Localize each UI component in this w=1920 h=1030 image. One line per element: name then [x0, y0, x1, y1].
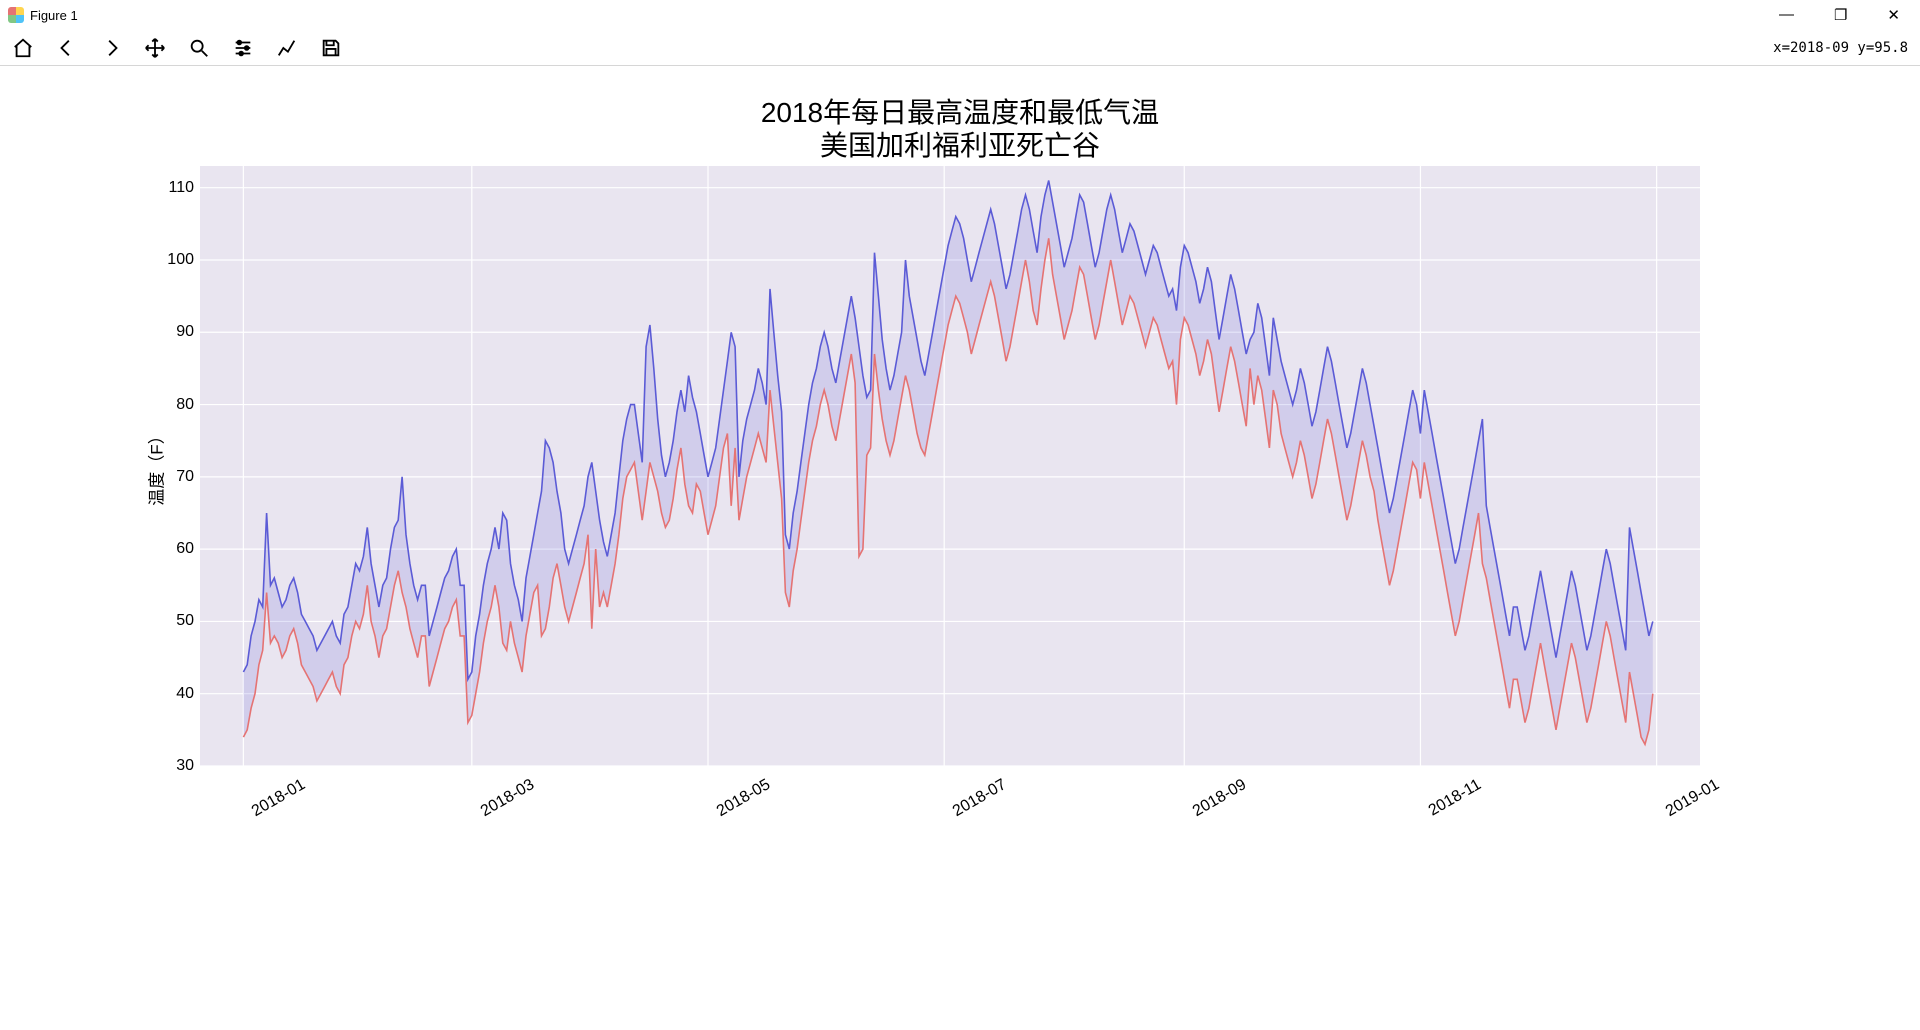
x-tick: 2019-01 — [1662, 776, 1722, 821]
y-tick: 60 — [154, 540, 194, 558]
pan-icon[interactable] — [142, 35, 168, 61]
y-tick: 70 — [154, 468, 194, 486]
back-icon[interactable] — [54, 35, 80, 61]
window-titlebar: Figure 1 — ❐ ✕ — [0, 0, 1920, 30]
window-controls: — ❐ ✕ — [1773, 6, 1912, 24]
edit-axes-icon[interactable] — [274, 35, 300, 61]
y-tick: 110 — [154, 179, 194, 197]
minimize-button[interactable]: — — [1773, 6, 1800, 24]
app-icon — [8, 7, 24, 23]
configure-icon[interactable] — [230, 35, 256, 61]
chart-subtitle: 美国加利福利亚死亡谷 — [0, 124, 1920, 164]
x-tick: 2018-03 — [478, 776, 538, 821]
x-tick: 2018-11 — [1426, 776, 1485, 820]
plot-area: 2018年每日最高温度和最低气温 美国加利福利亚死亡谷 温度（F） 304050… — [0, 66, 1920, 966]
x-tick: 2018-01 — [249, 776, 309, 821]
y-tick: 30 — [154, 757, 194, 775]
y-axis-label: 温度（F） — [143, 427, 168, 505]
matplotlib-toolbar: x=2018-09 y=95.8 — [0, 30, 1920, 66]
y-tick: 100 — [154, 251, 194, 269]
y-tick: 40 — [154, 685, 194, 703]
y-tick: 80 — [154, 396, 194, 414]
x-tick: 2018-07 — [950, 776, 1010, 821]
window-title: Figure 1 — [30, 8, 78, 23]
x-tick: 2018-05 — [714, 776, 774, 821]
home-icon[interactable] — [10, 35, 36, 61]
x-tick: 2018-09 — [1190, 776, 1250, 821]
zoom-icon[interactable] — [186, 35, 212, 61]
save-icon[interactable] — [318, 35, 344, 61]
maximize-button[interactable]: ❐ — [1828, 6, 1853, 24]
cursor-coordinates: x=2018-09 y=95.8 — [1773, 30, 1908, 66]
axes[interactable] — [200, 166, 1700, 766]
forward-icon[interactable] — [98, 35, 124, 61]
y-tick: 90 — [154, 323, 194, 341]
y-tick: 50 — [154, 612, 194, 630]
close-button[interactable]: ✕ — [1881, 6, 1906, 24]
